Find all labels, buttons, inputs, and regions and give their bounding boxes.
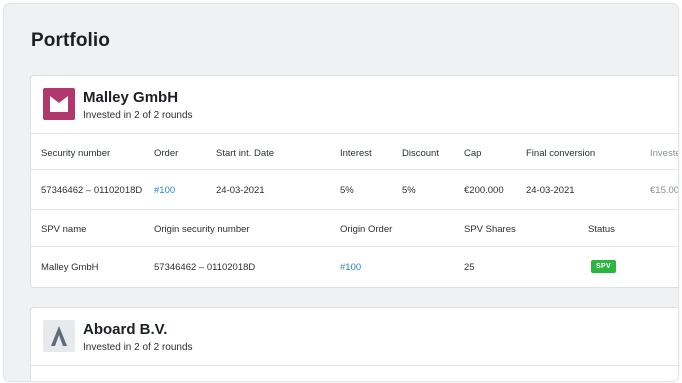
company-card-aboard: Aboard B.V. Invested in 2 of 2 rounds (30, 307, 678, 381)
spv-table-header: SPV name Origin security number Origin O… (31, 209, 678, 246)
col-spv-name: SPV name (41, 224, 87, 235)
page-title: Portfolio (31, 30, 110, 51)
portfolio-window: Portfolio Malley GmbH Invested in 2 of 2… (4, 4, 678, 381)
discount-value: 5% (402, 185, 416, 196)
company-rounds-info: Invested in 2 of 2 rounds (83, 110, 193, 121)
invested-value: €15.00 (650, 185, 678, 196)
aboard-logo-icon (43, 320, 75, 352)
col-order: Order (154, 148, 179, 159)
col-status: Status (588, 224, 615, 235)
security-number: 57346462 – 01102018D (41, 185, 143, 196)
cap-value: €200.000 (464, 185, 504, 196)
origin-security-number: 57346462 – 01102018D (154, 262, 256, 273)
origin-order-link[interactable]: #100 (340, 262, 361, 273)
company-card-malley: Malley GmbH Invested in 2 of 2 rounds Se… (30, 75, 678, 288)
security-table-row: 57346462 – 01102018D #100 24-03-2021 5% … (31, 169, 678, 209)
company-name: Malley GmbH (83, 89, 179, 106)
company-header[interactable]: Malley GmbH Invested in 2 of 2 rounds (31, 76, 678, 133)
col-discount: Discount (402, 148, 439, 159)
col-origin-security-number: Origin security number (154, 224, 250, 235)
col-cap: Cap (464, 148, 482, 159)
table-divider (31, 365, 678, 381)
col-origin-order: Origin Order (340, 224, 393, 235)
company-name: Aboard B.V. (83, 321, 168, 338)
start-int-date: 24-03-2021 (216, 185, 265, 196)
col-interest: Interest (340, 148, 372, 159)
spv-table-row: Malley GmbH 57346462 – 01102018D #100 25… (31, 246, 678, 287)
interest-value: 5% (340, 185, 354, 196)
col-final-conversion: Final conversion (526, 148, 596, 159)
malley-logo-icon (43, 88, 75, 120)
status-badge: SPV (591, 260, 616, 273)
col-spv-shares: SPV Shares (464, 224, 516, 235)
col-start-int-date: Start int. Date (216, 148, 275, 159)
final-conversion-value: 24-03-2021 (526, 185, 575, 196)
security-table-header: Security number Order Start int. Date In… (31, 133, 678, 169)
company-header[interactable]: Aboard B.V. Invested in 2 of 2 rounds (31, 308, 678, 365)
col-security-number: Security number (41, 148, 111, 159)
spv-shares-value: 25 (464, 262, 475, 273)
order-link[interactable]: #100 (154, 185, 175, 196)
spv-name: Malley GmbH (41, 262, 99, 273)
company-rounds-info: Invested in 2 of 2 rounds (83, 342, 193, 353)
col-invested: Investe (650, 148, 678, 159)
